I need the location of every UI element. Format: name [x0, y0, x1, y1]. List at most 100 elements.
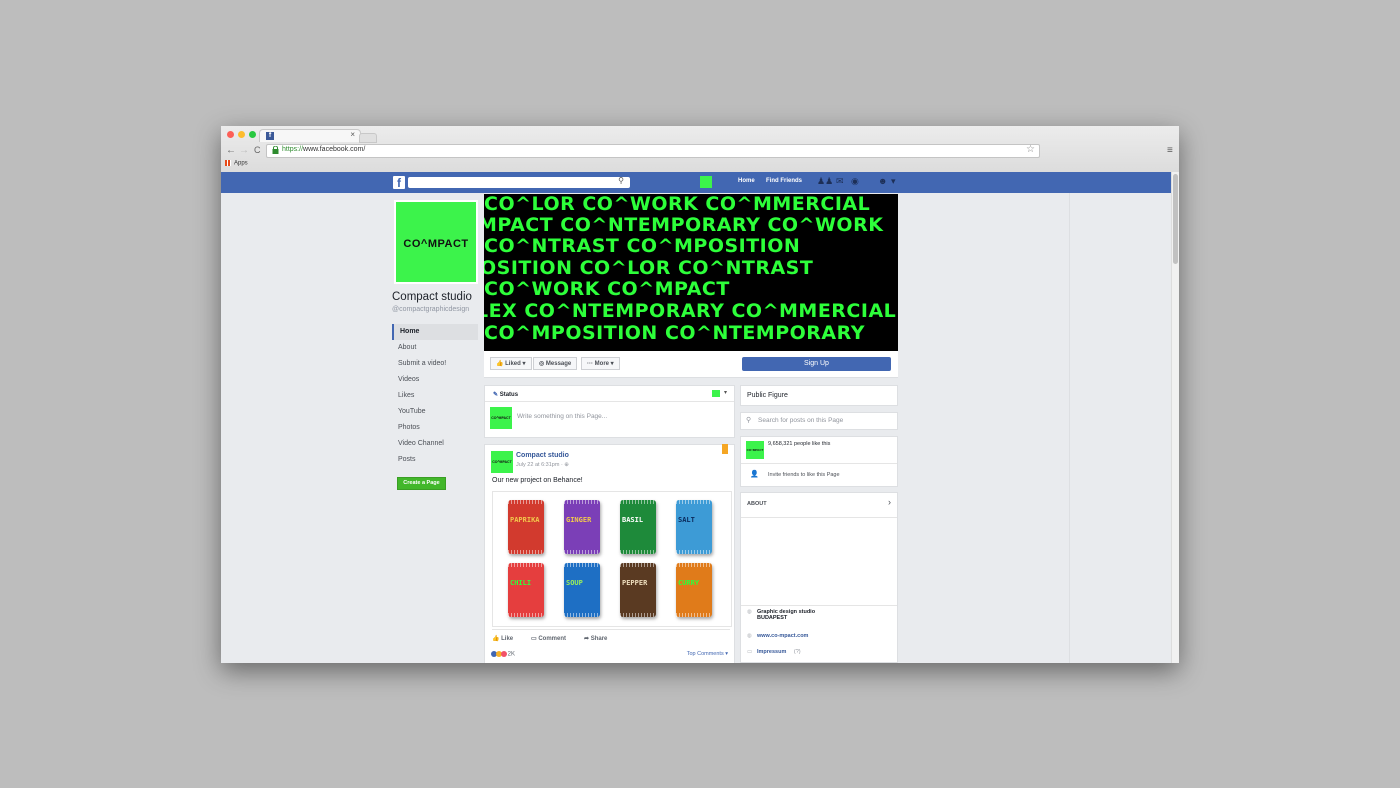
scrollbar-thumb[interactable]: [1173, 174, 1178, 264]
messages-icon[interactable]: ✉: [836, 176, 844, 187]
page-post-search[interactable]: ⚲ Search for posts on this Page: [740, 412, 898, 430]
page-category[interactable]: Public Figure: [747, 392, 788, 399]
note-icon: ▭: [747, 649, 753, 655]
notifications-icon[interactable]: ◉: [851, 176, 859, 187]
page-nav-video-channel[interactable]: Video Channel: [392, 436, 478, 452]
post-timestamp[interactable]: July 22 at 6:31pm · ⊕: [516, 462, 569, 468]
bookmark-star-icon[interactable]: ☆: [1026, 144, 1035, 155]
thumbs-up-icon: 👍: [496, 361, 506, 367]
friend-requests-icon[interactable]: ♟♟: [817, 176, 833, 187]
status-composer: ✎ Status ▾ CO^MPACT Write something on t…: [484, 385, 735, 438]
maximize-window-button[interactable]: [249, 131, 256, 138]
page-handle[interactable]: @compactgraphicdesign: [392, 306, 469, 313]
bag-crimp: [564, 613, 600, 617]
bookmarks-bar-apps[interactable]: Apps: [225, 160, 248, 167]
nav-home-link[interactable]: Home: [738, 178, 755, 184]
browser-menu-icon[interactable]: ≡: [1167, 145, 1173, 156]
more-button[interactable]: ··· More ▾: [581, 357, 620, 370]
close-window-button[interactable]: [227, 131, 234, 138]
page-nav-home[interactable]: Home: [392, 324, 478, 340]
comment-label: Comment: [538, 636, 567, 642]
invite-friends-link[interactable]: Invite friends to like this Page: [768, 472, 840, 478]
search-icon[interactable]: ⚲: [618, 176, 624, 185]
facebook-top-bar: f ⚲ Home Find Friends ♟♟ ✉ ◉ ☻ ▾: [221, 172, 1171, 193]
composer-input[interactable]: Write something on this Page...: [517, 413, 607, 420]
address-bar[interactable]: https://www.facebook.com/ ☆: [266, 144, 1040, 158]
page-nav-videos[interactable]: Videos: [392, 372, 478, 388]
cover-photo[interactable]: CO^LOR CO^WORK CO^MMERCIAL MPACT CO^NTEM…: [484, 194, 898, 351]
bag-crimp: [676, 613, 712, 617]
composer-avatar: CO^MPACT: [490, 407, 512, 429]
website-link[interactable]: www.co-mpact.com: [757, 633, 808, 639]
about-location: BUDAPEST: [757, 615, 788, 621]
about-header[interactable]: ABOUT: [747, 501, 767, 507]
like-label: Like: [501, 636, 514, 642]
new-tab-button[interactable]: [359, 133, 377, 143]
like-action[interactable]: 👍 Like: [492, 635, 513, 642]
comment-action[interactable]: ▭ Comment: [531, 635, 566, 642]
bag-crimp: [564, 550, 600, 554]
facebook-search-input[interactable]: ⚲: [408, 176, 630, 188]
page-profile-picture[interactable]: CO^MPACT: [394, 200, 478, 284]
post-as-caret-icon[interactable]: ▾: [724, 389, 727, 396]
bag-crimp: [564, 500, 600, 504]
liked-button[interactable]: 👍 Liked ▾: [490, 357, 532, 370]
page-name[interactable]: Compact studio: [392, 291, 472, 303]
message-button[interactable]: ◎ Message: [533, 357, 578, 370]
bag-crimp: [620, 550, 656, 554]
reload-icon[interactable]: C: [254, 145, 261, 155]
facebook-logo-icon[interactable]: f: [393, 176, 405, 190]
cover-text-line: CO^MPOSITION CO^NTEMPORARY: [484, 322, 865, 344]
page-nav-posts[interactable]: Posts: [392, 452, 478, 468]
post-author-name[interactable]: Compact studio: [516, 452, 569, 459]
page-nav-about[interactable]: About: [392, 340, 478, 356]
bag-crimp: [620, 500, 656, 504]
reactions-summary[interactable]: 2K: [491, 651, 515, 658]
create-page-button[interactable]: Create a Page: [397, 477, 446, 490]
page-nav-youtube[interactable]: YouTube: [392, 404, 478, 420]
reactions-count: 2K: [507, 651, 516, 658]
bookmark-flag-icon[interactable]: [722, 444, 728, 454]
top-comments-dropdown[interactable]: Top Comments ▾: [687, 651, 728, 657]
pencil-icon: ✎: [493, 392, 500, 398]
user-avatar[interactable]: [700, 176, 712, 188]
bag-crimp: [620, 613, 656, 617]
status-tab[interactable]: ✎ Status: [493, 391, 518, 398]
account-menu-caret-icon[interactable]: ▾: [891, 176, 896, 187]
status-title: Status: [499, 392, 519, 398]
bag-label: PAPRIKA: [510, 516, 540, 524]
page-scrollbar[interactable]: [1171, 172, 1179, 663]
page-nav-likes[interactable]: Likes: [392, 388, 478, 404]
browser-tab[interactable]: f ×: [259, 129, 361, 142]
account-icon[interactable]: ☻: [878, 176, 887, 186]
url-scheme: https://: [282, 146, 304, 153]
about-website-row: ◍ www.co-mpact.com: [747, 633, 808, 639]
invite-friends-icon: 👤: [750, 471, 759, 478]
profile-logo-text: CO^MPACT: [403, 238, 469, 250]
post-author-avatar[interactable]: CO^MPACT: [491, 451, 513, 473]
page-nav-photos[interactable]: Photos: [392, 420, 478, 436]
bag-crimp: [564, 563, 600, 567]
cover-text-line: CO^NTRAST CO^MPOSITION: [484, 235, 801, 257]
back-arrow-icon[interactable]: ←: [226, 145, 236, 156]
post-image[interactable]: PAPRIKA GINGER BASIL SALT CHILI SOUP PEP…: [492, 491, 732, 627]
lock-icon: [272, 146, 279, 154]
share-action[interactable]: ➦ Share: [584, 635, 607, 642]
sign-up-button[interactable]: Sign Up: [742, 357, 891, 371]
url-text: https://www.facebook.com/: [282, 146, 365, 153]
impressum-link[interactable]: Impressum: [757, 649, 786, 655]
post-as-selector-avatar[interactable]: [712, 390, 720, 397]
page-nav-submit-video[interactable]: Submit a video!: [392, 356, 478, 372]
bag-label: SALT: [678, 516, 695, 524]
likes-count-text[interactable]: 9,658,321 people like this: [768, 441, 830, 447]
minimize-window-button[interactable]: [238, 131, 245, 138]
divider: [741, 463, 897, 464]
nav-find-friends-link[interactable]: Find Friends: [766, 178, 802, 184]
tab-close-icon[interactable]: ×: [350, 130, 355, 139]
product-bag: SOUP: [564, 563, 600, 617]
page-action-bar: 👍 Liked ▾ ◎ Message ··· More ▾ Sign Up: [484, 351, 898, 378]
browser-chrome: f × ← → C https://www.facebook.com/ ☆ ≡ …: [221, 126, 1179, 173]
browser-window: f × ← → C https://www.facebook.com/ ☆ ≡ …: [221, 126, 1179, 663]
chevron-right-icon[interactable]: ›: [888, 497, 891, 507]
forward-arrow-icon[interactable]: →: [239, 145, 249, 156]
